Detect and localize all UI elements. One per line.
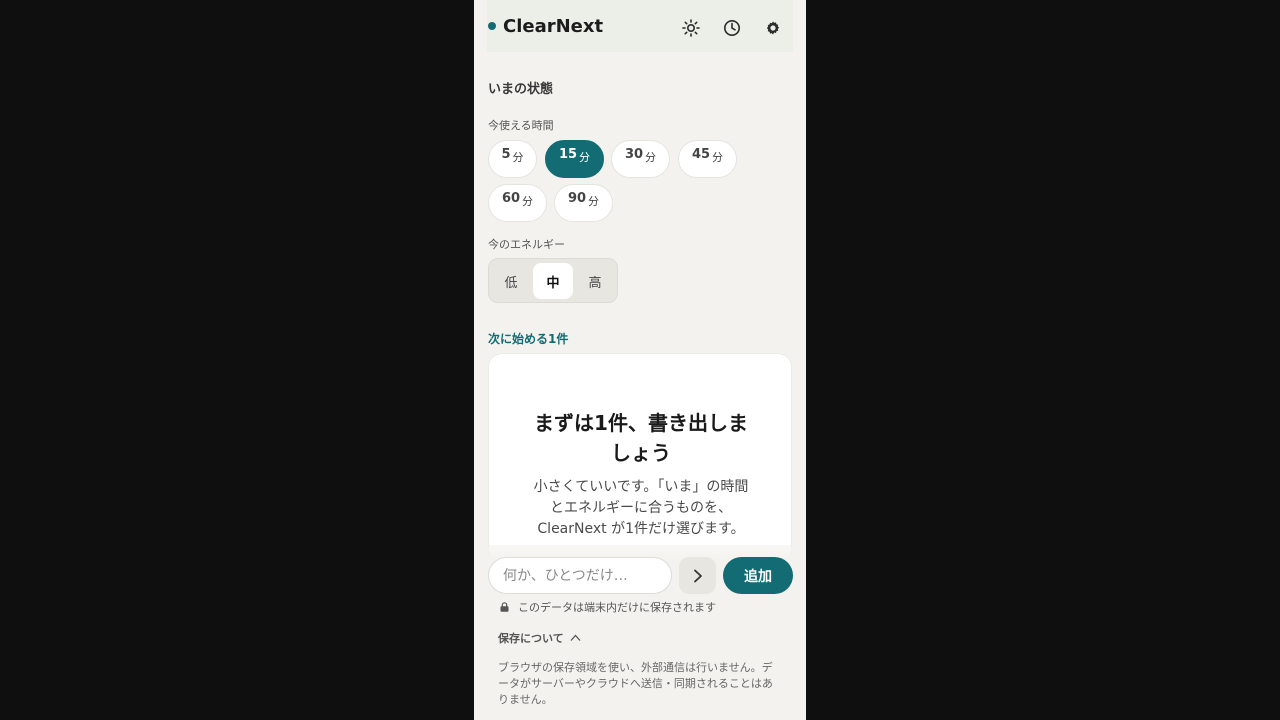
chevron-right-icon xyxy=(693,569,702,582)
storage-info-toggle[interactable]: 保存について xyxy=(498,630,581,646)
app-title: ClearNext xyxy=(503,15,604,37)
app-header: ClearNext xyxy=(487,0,793,52)
energy-option-medium[interactable]: 中 xyxy=(533,263,573,299)
storage-info-text: ブラウザの保存領域を使い、外部通信は行いません。データがサーバーやクラウドへ送信… xyxy=(498,661,773,706)
time-option-15[interactable]: 15 分 xyxy=(545,140,604,178)
empty-state-body: 小さくていいです。「いま」の時間とエネルギーに合うものを、ClearNext が… xyxy=(533,479,749,537)
energy-label: 今のエネルギー xyxy=(488,238,565,251)
energy-option-low[interactable]: 低 xyxy=(491,263,531,299)
status-section-title: いまの状態 xyxy=(488,82,554,97)
time-option-45[interactable]: 45 分 xyxy=(678,140,737,178)
time-option-5[interactable]: 5分 xyxy=(488,140,537,178)
sun-icon[interactable] xyxy=(680,17,702,39)
empty-state-title: まずは1件、書き出しましょう xyxy=(534,411,748,465)
time-option-90[interactable]: 90 分 xyxy=(554,184,613,222)
task-input[interactable] xyxy=(488,557,672,594)
privacy-note: このデータは端末内だけに保存されます xyxy=(500,599,716,615)
app-screen: ClearNext いまの状態 今使える時間 5分 15 分 30 分 45 分… xyxy=(474,0,806,720)
lock-icon xyxy=(500,602,509,612)
time-label: 今使える時間 xyxy=(488,119,554,132)
time-option-30[interactable]: 30 分 xyxy=(611,140,670,178)
privacy-note-text: このデータは端末内だけに保存されます xyxy=(518,601,716,614)
energy-selector: 低 中 高 xyxy=(488,258,618,303)
add-button[interactable]: 追加 xyxy=(723,557,793,594)
time-option-60[interactable]: 60 分 xyxy=(488,184,547,222)
next-task-card: まずは1件、書き出しましょう 小さくていいです。「いま」の時間とエネルギーに合う… xyxy=(488,353,792,563)
chevron-up-icon xyxy=(570,634,581,641)
storage-info-label: 保存について xyxy=(498,632,564,645)
energy-option-high[interactable]: 高 xyxy=(575,263,615,299)
next-section-title: 次に始める1件 xyxy=(488,332,569,346)
expand-button[interactable] xyxy=(679,557,716,594)
brand-dot xyxy=(488,22,496,30)
history-icon[interactable] xyxy=(721,17,743,39)
gear-icon[interactable] xyxy=(762,17,784,39)
